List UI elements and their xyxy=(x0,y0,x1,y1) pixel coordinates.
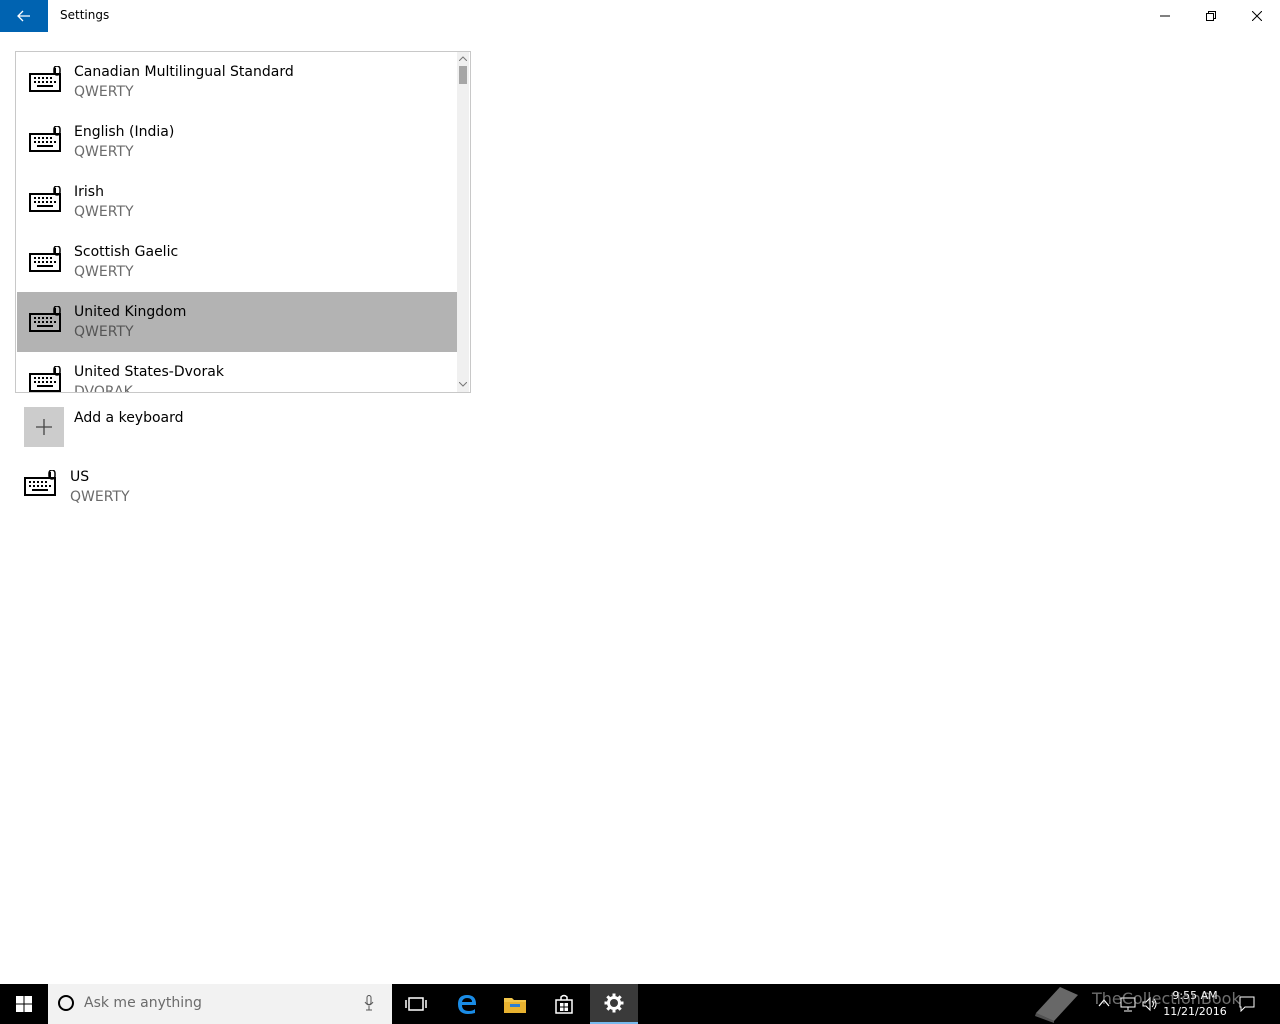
list-item[interactable]: Scottish Gaelic QWERTY xyxy=(17,232,458,292)
book-icon xyxy=(1035,987,1078,1023)
keyboard-icon xyxy=(29,126,61,152)
keyboard-dropdown-list[interactable]: Canadian Multilingual Standard QWERTY En… xyxy=(15,51,471,393)
search-box[interactable]: Ask me anything xyxy=(48,984,392,1024)
store-button[interactable] xyxy=(540,984,588,1024)
keyboard-layout: QWERTY xyxy=(74,84,134,100)
scroll-up-button[interactable] xyxy=(457,52,469,64)
add-keyboard-label: Add a keyboard xyxy=(74,410,184,426)
edge-button[interactable] xyxy=(443,984,491,1024)
list-scrollbar[interactable] xyxy=(457,52,469,392)
window-title: Settings xyxy=(60,8,110,22)
keyboard-layout: QWERTY xyxy=(74,204,134,220)
scroll-down-button[interactable] xyxy=(457,378,469,390)
add-keyboard-button[interactable]: Add a keyboard xyxy=(24,407,324,447)
gear-icon xyxy=(604,993,624,1013)
keyboard-icon xyxy=(29,246,61,272)
list-item[interactable]: Canadian Multilingual Standard QWERTY xyxy=(17,52,458,112)
start-button[interactable] xyxy=(0,984,48,1024)
keyboard-name: US xyxy=(70,469,90,485)
list-item-selected[interactable]: United Kingdom QWERTY xyxy=(17,292,458,352)
keyboard-layout: QWERTY xyxy=(74,264,134,280)
list-item[interactable]: United States-Dvorak DVORAK xyxy=(17,352,458,393)
settings-taskbar-button[interactable] xyxy=(590,984,638,1024)
close-button[interactable] xyxy=(1234,0,1280,32)
watermark: TheCollectionBook xyxy=(1030,983,1270,1023)
back-button[interactable] xyxy=(0,0,48,32)
keyboard-icon xyxy=(29,306,61,332)
installed-keyboard-item[interactable]: US QWERTY xyxy=(24,465,324,515)
keyboard-icon xyxy=(29,366,61,392)
keyboard-name: Irish xyxy=(74,184,104,200)
keyboard-name: United Kingdom xyxy=(74,304,187,320)
keyboard-icon xyxy=(24,470,56,496)
edge-browser-icon xyxy=(458,995,476,1014)
scrollbar-thumb[interactable] xyxy=(459,66,467,84)
search-placeholder: Ask me anything xyxy=(84,995,202,1011)
keyboard-layout: QWERTY xyxy=(74,144,134,160)
plus-icon xyxy=(36,419,52,435)
cortana-icon xyxy=(58,995,74,1011)
restore-icon xyxy=(1206,11,1216,21)
store-icon xyxy=(555,994,573,1014)
keyboard-icon xyxy=(29,186,61,212)
keyboard-icon xyxy=(29,66,61,92)
keyboard-layout: QWERTY xyxy=(74,324,134,340)
file-explorer-button[interactable] xyxy=(491,984,539,1024)
watermark-text: TheCollectionBook xyxy=(1092,989,1241,1008)
keyboard-name: Scottish Gaelic xyxy=(74,244,179,260)
keyboard-layout: DVORAK xyxy=(74,384,133,393)
title-bar: Settings xyxy=(0,0,1280,32)
keyboard-name: English (India) xyxy=(74,124,175,140)
task-view-icon xyxy=(405,997,427,1011)
restore-button[interactable] xyxy=(1188,0,1234,32)
list-item[interactable]: Irish QWERTY xyxy=(17,172,458,232)
close-icon xyxy=(1252,11,1262,21)
add-icon-box xyxy=(24,407,64,447)
microphone-icon[interactable] xyxy=(364,995,374,1011)
folder-icon xyxy=(504,998,526,1013)
windows-logo-icon xyxy=(16,996,32,1012)
arrow-left-icon xyxy=(17,10,30,22)
minimize-icon xyxy=(1160,15,1170,17)
keyboard-layout: QWERTY xyxy=(70,489,130,505)
keyboard-name: United States-Dvorak xyxy=(74,364,224,380)
task-view-button[interactable] xyxy=(392,984,440,1024)
keyboard-name: Canadian Multilingual Standard xyxy=(74,64,294,80)
minimize-button[interactable] xyxy=(1142,0,1188,32)
chevron-up-icon xyxy=(459,55,467,61)
list-item[interactable]: English (India) QWERTY xyxy=(17,112,458,172)
chevron-down-icon xyxy=(459,381,467,387)
